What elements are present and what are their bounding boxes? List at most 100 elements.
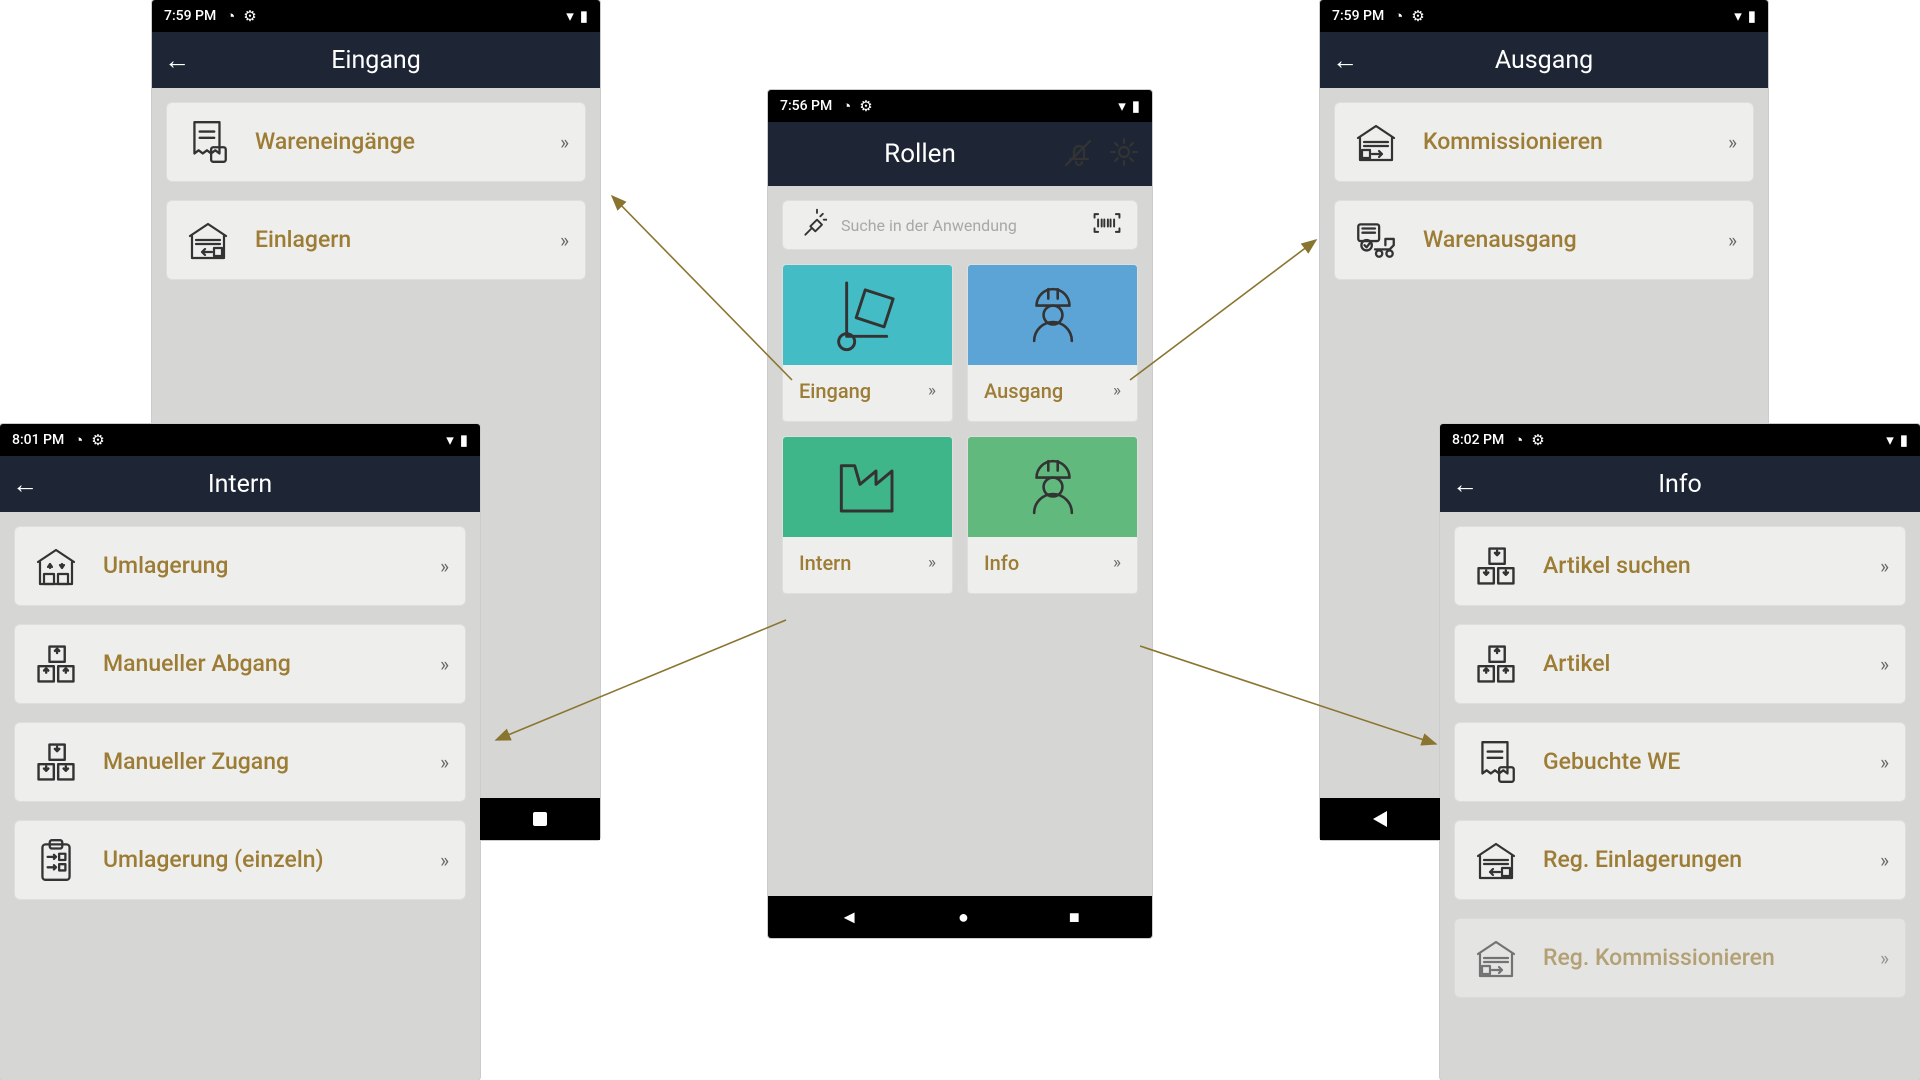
appbar: ← Eingang <box>152 32 600 88</box>
item-label: Warenausgang <box>1423 226 1706 254</box>
battery-icon: ▮ <box>1748 7 1756 25</box>
chevron-icon: » <box>560 131 569 154</box>
item-label: Umlagerung <box>103 552 418 580</box>
worker-icon <box>1013 275 1093 355</box>
tile-eingang[interactable]: Eingang» <box>782 264 953 422</box>
receipt-icon <box>183 117 233 167</box>
search-box[interactable]: Suche in der Anwendung <box>782 200 1138 250</box>
item-umlagerung[interactable]: Umlagerung » <box>14 526 466 606</box>
gear-icon: ⚙ <box>1411 7 1424 25</box>
gear-icon: ⚙ <box>243 7 256 25</box>
item-label: Artikel <box>1543 650 1858 678</box>
item-manueller-abgang[interactable]: Manueller Abgang » <box>14 624 466 704</box>
arrow-eingang <box>612 196 792 380</box>
back-button[interactable]: ← <box>1452 469 1492 500</box>
page-title: Intern <box>52 470 428 499</box>
android-navbar[interactable]: ◄ ● ■ <box>768 896 1152 938</box>
status-time: 7:56 PM <box>780 98 832 114</box>
status-bar: 8:02 PM ◔⚙ ▾▮ <box>1440 424 1920 456</box>
globe-icon: ◔ <box>74 431 83 449</box>
item-label: Einlagern <box>255 226 538 254</box>
item-label: Gebuchte WE <box>1543 748 1858 776</box>
appbar: ← Ausgang <box>1320 32 1768 88</box>
nav-recent-icon[interactable]: ■ <box>1069 907 1080 928</box>
wifi-icon: ▾ <box>1118 97 1126 115</box>
item-warenausgang[interactable]: Warenausgang » <box>1334 200 1754 280</box>
globe-icon: ◔ <box>1394 7 1403 25</box>
page-title: Ausgang <box>1372 46 1716 75</box>
tile-intern[interactable]: Intern» <box>782 436 953 594</box>
nav-home-icon[interactable]: ● <box>958 907 969 928</box>
back-button[interactable]: ← <box>1332 45 1372 76</box>
status-bar: 8:01 PM ◔⚙ ▾▮ <box>0 424 480 456</box>
item-label: Manueller Abgang <box>103 650 418 678</box>
status-time: 7:59 PM <box>164 8 216 24</box>
item-wareneingaenge[interactable]: Wareneingänge » <box>166 102 586 182</box>
phone-info: 8:02 PM ◔⚙ ▾▮ ← Info Artikel suchen » Ar… <box>1440 424 1920 1080</box>
nav-back-icon[interactable]: ◄ <box>840 907 858 928</box>
wifi-icon: ▾ <box>1734 7 1742 25</box>
battery-icon: ▮ <box>460 431 468 449</box>
notifications-off-icon[interactable] <box>1060 135 1094 173</box>
boxes-down-icon <box>31 737 81 787</box>
chevron-icon: » <box>928 381 936 401</box>
item-umlagerung-einzeln[interactable]: Umlagerung (einzeln) » <box>14 820 466 900</box>
chevron-icon: » <box>1880 947 1889 970</box>
chevron-icon: » <box>1113 381 1121 401</box>
nav-remnant-left <box>480 798 600 840</box>
status-bar: 7:59 PM ◔ ⚙ ▾ ▮ <box>152 0 600 32</box>
tile-label: Intern <box>799 551 851 575</box>
phone-intern: 8:01 PM ◔⚙ ▾▮ ← Intern Umlagerung » Manu… <box>0 424 480 1080</box>
status-bar: 7:56 PM ◔ ⚙ ▾ ▮ <box>768 90 1152 122</box>
status-time: 8:01 PM <box>12 432 64 448</box>
chevron-icon: » <box>560 229 569 252</box>
battery-icon: ▮ <box>580 7 588 25</box>
arrow-ausgang <box>1130 240 1316 380</box>
barcode-icon[interactable] <box>1091 210 1123 240</box>
tile-label: Info <box>984 551 1019 575</box>
page-title: Rollen <box>780 139 1060 169</box>
back-button[interactable]: ← <box>12 469 52 500</box>
item-reg-einlagerungen[interactable]: Reg. Einlagerungen » <box>1454 820 1906 900</box>
receipt-icon <box>1471 737 1521 787</box>
globe-icon: ◔ <box>226 7 235 25</box>
item-einlagern[interactable]: Einlagern » <box>166 200 586 280</box>
factory-icon <box>828 447 908 527</box>
page-title: Eingang <box>204 46 548 75</box>
item-label: Wareneingänge <box>255 128 538 156</box>
garage-updown-icon <box>31 541 81 591</box>
item-label: Reg. Kommissionieren <box>1543 944 1858 972</box>
item-artikel[interactable]: Artikel » <box>1454 624 1906 704</box>
tile-grid: Eingang» Ausgang» Intern» Info» <box>768 264 1152 594</box>
globe-icon: ◔ <box>1514 431 1523 449</box>
appbar: ← Info <box>1440 456 1920 512</box>
item-artikel-suchen[interactable]: Artikel suchen » <box>1454 526 1906 606</box>
tile-ausgang[interactable]: Ausgang» <box>967 264 1138 422</box>
item-gebuchte-we[interactable]: Gebuchte WE » <box>1454 722 1906 802</box>
wifi-icon: ▾ <box>1886 431 1894 449</box>
status-time: 7:59 PM <box>1332 8 1384 24</box>
item-manueller-zugang[interactable]: Manueller Zugang » <box>14 722 466 802</box>
appbar: ← Intern <box>0 456 480 512</box>
boxes-up-icon <box>1471 639 1521 689</box>
appbar: Rollen <box>768 122 1152 186</box>
gear-icon: ⚙ <box>91 431 104 449</box>
tile-info[interactable]: Info» <box>967 436 1138 594</box>
battery-icon: ▮ <box>1132 97 1140 115</box>
truck-check-icon <box>1351 215 1401 265</box>
chevron-icon: » <box>440 849 449 872</box>
globe-icon: ◔ <box>842 97 851 115</box>
item-label: Manueller Zugang <box>103 748 418 776</box>
item-reg-kommissionieren[interactable]: Reg. Kommissionieren » <box>1454 918 1906 998</box>
battery-icon: ▮ <box>1900 431 1908 449</box>
settings-icon[interactable] <box>1108 136 1140 172</box>
wifi-icon: ▾ <box>566 7 574 25</box>
garage-in-icon <box>183 215 233 265</box>
status-bar: 7:59 PM ◔ ⚙ ▾ ▮ <box>1320 0 1768 32</box>
garage-out-icon <box>1351 117 1401 167</box>
garage-in-icon <box>1471 835 1521 885</box>
flashlight-icon <box>797 208 827 242</box>
back-button[interactable]: ← <box>164 45 204 76</box>
item-kommissionieren[interactable]: Kommissionieren » <box>1334 102 1754 182</box>
clipboard-arrows-icon <box>31 835 81 885</box>
